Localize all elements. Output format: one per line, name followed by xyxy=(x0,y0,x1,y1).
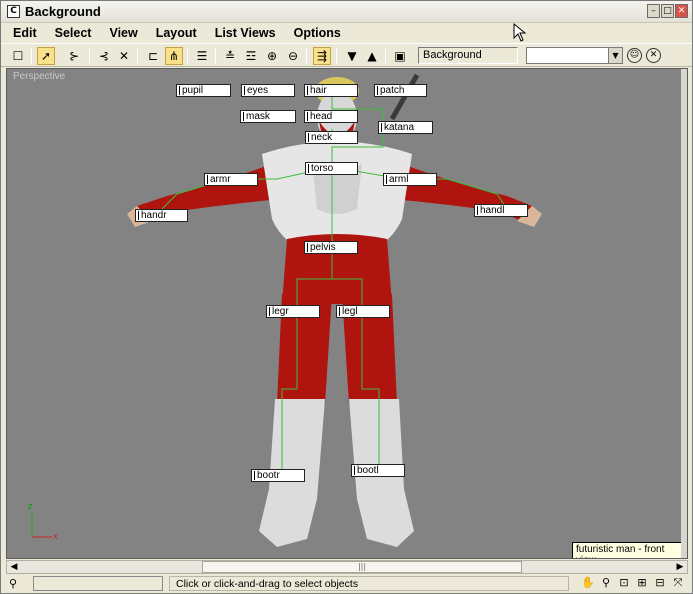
toolbar-separator xyxy=(385,48,386,64)
zoom-extents-icon[interactable]: ⊞ xyxy=(634,575,650,591)
bone-legl[interactable]: legl xyxy=(336,305,390,318)
minimize-button[interactable]: – xyxy=(647,4,660,18)
bone-neck[interactable]: neck xyxy=(305,131,358,144)
toolbar-separator xyxy=(137,48,138,64)
maximize-button[interactable]: □ xyxy=(661,4,674,18)
mouse-cursor-icon xyxy=(513,23,527,42)
katana-shape xyxy=(389,73,420,121)
toolbar-separator xyxy=(187,48,188,64)
chevron-down-icon[interactable]: ▼ xyxy=(608,48,622,63)
bone-torso[interactable]: torso xyxy=(305,162,358,175)
bookmark-icon[interactable]: ☺ xyxy=(627,48,642,63)
free-mode-icon[interactable]: ⇶ xyxy=(313,47,331,65)
delete-icon[interactable]: ✕ xyxy=(115,47,133,65)
bone-handl[interactable]: handl xyxy=(474,204,528,217)
pan-icon[interactable]: ✋ xyxy=(580,575,596,591)
menu-bar: Edit Select View Layout List Views Optio… xyxy=(1,23,692,43)
bone-arml[interactable]: arml xyxy=(383,173,437,186)
tooltip: futuristic man - front view xyxy=(572,542,687,558)
menu-select[interactable]: Select xyxy=(55,26,92,40)
status-bar: ⚲ Click or click-and-drag to select obje… xyxy=(1,575,692,593)
toolbar-separator xyxy=(89,48,90,64)
menu-layout[interactable]: Layout xyxy=(156,26,197,40)
schematic-viewport[interactable]: Perspective z x pupil eyes hair patch ma… xyxy=(6,68,688,559)
scroll-right-icon[interactable]: ▶ xyxy=(673,561,687,573)
named-selection-dropdown[interactable]: ▼ xyxy=(526,47,623,64)
zoom-extents-selected-icon[interactable]: ⊟ xyxy=(652,575,668,591)
menu-edit[interactable]: Edit xyxy=(13,26,37,40)
bone-bootl[interactable]: bootl xyxy=(351,464,405,477)
bone-head[interactable]: head xyxy=(304,110,358,123)
collapse-icon[interactable]: ☲ xyxy=(242,47,260,65)
z-axis-label: z xyxy=(28,501,33,511)
close-button[interactable]: ✕ xyxy=(675,4,688,18)
zoom-region-icon[interactable]: ⊡ xyxy=(616,575,632,591)
arrange-children-icon[interactable]: ⊕ xyxy=(263,47,281,65)
delete-bookmark-icon[interactable]: ✕ xyxy=(646,48,661,63)
menu-list-views[interactable]: List Views xyxy=(215,26,276,40)
bone-bootr[interactable]: bootr xyxy=(251,469,305,482)
bone-legr[interactable]: legr xyxy=(266,305,320,318)
bone-patch[interactable]: patch xyxy=(374,84,427,97)
scroll-left-icon[interactable]: ◀ xyxy=(7,561,21,573)
bone-armr[interactable]: armr xyxy=(204,173,258,186)
grow-icon[interactable]: ▲ xyxy=(363,47,381,65)
pan-to-selected-icon[interactable]: ⤧ xyxy=(670,575,686,591)
connect-icon[interactable]: ⊱ xyxy=(65,47,83,65)
references-mode-icon[interactable]: ⋔ xyxy=(165,47,183,65)
app-icon: C xyxy=(7,5,20,18)
zoom-icon[interactable]: ⚲ xyxy=(598,575,614,591)
select-arrow-icon[interactable]: ➚ xyxy=(37,47,55,65)
navigation-controls: ✋ ⚲ ⊡ ⊞ ⊟ ⤧ xyxy=(580,575,686,591)
title-bar[interactable]: C Background – □ ✕ xyxy=(1,1,692,23)
toolbar-separator xyxy=(336,48,337,64)
background-image-icon[interactable]: ▣ xyxy=(391,47,409,65)
bone-handr[interactable]: handr xyxy=(135,209,188,222)
window-title: Background xyxy=(25,4,101,19)
expand-icon[interactable]: ≛ xyxy=(221,47,239,65)
menu-options[interactable]: Options xyxy=(294,26,341,40)
toolbar-separator xyxy=(306,48,307,64)
hierarchy-mode-icon[interactable]: ⊏ xyxy=(144,47,162,65)
toolbar-separator xyxy=(31,48,32,64)
toolbar: ☐ ➚ ⊱ ⊰ ✕ ⊏ ⋔ ☰ ≛ ☲ ⊕ ⊖ ⇶ ▼ ▲ ▣ Backgrou… xyxy=(1,43,692,67)
display-floater-icon[interactable]: ☐ xyxy=(9,47,27,65)
window-controls: – □ ✕ xyxy=(647,4,688,18)
bone-hair[interactable]: hair xyxy=(304,84,358,97)
unlink-icon[interactable]: ⊰ xyxy=(95,47,113,65)
horizontal-scrollbar[interactable]: ◀ ||| ▶ xyxy=(6,560,688,574)
arrange-selected-icon[interactable]: ⊖ xyxy=(284,47,302,65)
key-icon[interactable]: ⚲ xyxy=(9,577,17,590)
bone-eyes[interactable]: eyes xyxy=(241,84,295,97)
vertical-scrollbar[interactable] xyxy=(681,69,687,558)
bone-pelvis[interactable]: pelvis xyxy=(304,241,358,254)
x-axis-label: x xyxy=(53,531,58,541)
bone-mask[interactable]: mask xyxy=(240,110,296,123)
status-input[interactable] xyxy=(33,576,163,591)
schematic-window: C Background – □ ✕ Edit Select View Layo… xyxy=(0,0,693,594)
bone-pupil[interactable]: pupil xyxy=(176,84,231,97)
scroll-thumb[interactable]: ||| xyxy=(202,561,522,573)
status-text: Click or click-and-drag to select object… xyxy=(169,576,569,591)
shrink-icon[interactable]: ▼ xyxy=(343,47,361,65)
toolbar-separator xyxy=(215,48,216,64)
menu-view[interactable]: View xyxy=(109,26,137,40)
bone-katana[interactable]: katana xyxy=(378,121,433,134)
background-field[interactable]: Background xyxy=(418,47,518,64)
filter-icon[interactable]: ☰ xyxy=(193,47,211,65)
